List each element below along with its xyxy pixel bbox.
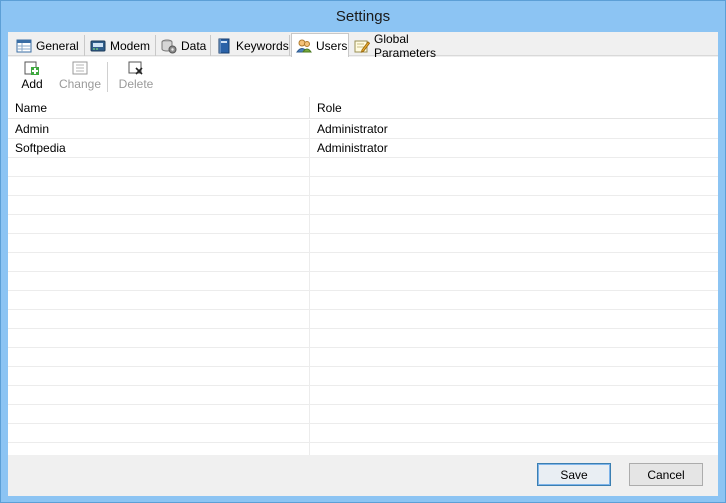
gear-db-icon <box>161 38 177 54</box>
empty-cell <box>309 367 718 386</box>
cell-name: Softpedia <box>15 141 66 155</box>
empty-row <box>8 196 718 215</box>
cancel-button[interactable]: Cancel <box>629 463 703 486</box>
empty-cell <box>309 443 718 455</box>
empty-cell <box>309 272 718 291</box>
empty-row <box>8 367 718 386</box>
empty-cell <box>8 348 309 367</box>
title-bar[interactable]: Settings <box>1 1 725 32</box>
empty-cell <box>8 310 309 329</box>
empty-cell <box>309 177 718 196</box>
tab-label: General <box>36 38 79 53</box>
grid-header: Name Role <box>8 97 718 119</box>
users-grid: Name Role Admin Administrator Softpedia … <box>8 97 718 455</box>
tab-label: Global Parameters <box>374 31 437 60</box>
empty-cell <box>8 443 309 455</box>
grid-rows: Admin Administrator Softpedia Administra… <box>8 120 718 455</box>
tab-label: Users <box>316 38 348 53</box>
tab-data[interactable]: Data <box>157 35 211 56</box>
delete-icon <box>128 61 144 76</box>
empty-cell <box>8 405 309 424</box>
empty-row <box>8 253 718 272</box>
empty-cell <box>8 272 309 291</box>
empty-row <box>8 386 718 405</box>
empty-cell <box>309 405 718 424</box>
users-icon <box>296 38 312 54</box>
column-header-name[interactable]: Name <box>8 97 309 119</box>
empty-cell <box>8 253 309 272</box>
add-button[interactable]: Add <box>18 61 46 93</box>
empty-cell <box>8 367 309 386</box>
empty-cell <box>8 196 309 215</box>
table-row[interactable]: Admin Administrator <box>8 120 718 139</box>
save-button[interactable]: Save <box>537 463 611 486</box>
table-row[interactable]: Softpedia Administrator <box>8 139 718 158</box>
settings-window: Settings General Modem Data Keywords Use… <box>0 0 726 503</box>
tab-modem[interactable]: Modem <box>86 35 156 56</box>
empty-row <box>8 405 718 424</box>
empty-row <box>8 158 718 177</box>
tab-label: Keywords <box>236 38 289 53</box>
empty-row <box>8 272 718 291</box>
empty-cell <box>309 196 718 215</box>
book-icon <box>216 38 232 54</box>
empty-row <box>8 443 718 455</box>
empty-cell <box>8 329 309 348</box>
cell-role: Administrator <box>309 139 718 158</box>
change-button[interactable]: Change <box>58 61 102 93</box>
empty-cell <box>8 215 309 234</box>
tab-general[interactable]: General <box>12 35 85 56</box>
empty-cell <box>8 386 309 405</box>
empty-cell <box>309 424 718 443</box>
empty-cell <box>309 253 718 272</box>
tab-keywords[interactable]: Keywords <box>212 35 290 56</box>
add-user-icon <box>24 61 40 76</box>
change-label: Change <box>58 77 102 91</box>
empty-cell <box>309 386 718 405</box>
empty-cell <box>309 310 718 329</box>
empty-row <box>8 291 718 310</box>
tab-label: Data <box>181 38 207 53</box>
empty-cell <box>309 215 718 234</box>
modem-icon <box>90 38 106 54</box>
empty-row <box>8 215 718 234</box>
dialog-footer: Save Cancel <box>8 455 718 496</box>
empty-cell <box>309 348 718 367</box>
note-pencil-icon <box>354 38 371 54</box>
cell-name: Admin <box>15 122 50 136</box>
empty-cell <box>309 329 718 348</box>
toolbar: Add Change Delete <box>8 57 718 97</box>
toolbar-separator <box>107 62 108 92</box>
table-icon <box>16 38 32 54</box>
empty-cell <box>8 177 309 196</box>
empty-row <box>8 310 718 329</box>
empty-row <box>8 234 718 253</box>
empty-cell <box>8 424 309 443</box>
tab-strip: General Modem Data Keywords Users Global… <box>8 32 718 60</box>
delete-label: Delete <box>118 77 154 91</box>
empty-cell <box>309 158 718 177</box>
cell-role: Administrator <box>309 120 718 139</box>
empty-cell <box>8 234 309 253</box>
edit-list-icon <box>72 61 88 76</box>
empty-row <box>8 177 718 196</box>
empty-cell <box>309 291 718 310</box>
tab-users[interactable]: Users <box>291 33 349 57</box>
empty-row <box>8 348 718 367</box>
window-client: General Modem Data Keywords Users Global… <box>8 32 718 496</box>
empty-cell <box>309 234 718 253</box>
delete-button[interactable]: Delete <box>116 61 156 93</box>
column-header-role[interactable]: Role <box>309 97 718 119</box>
empty-cell <box>8 291 309 310</box>
window-title: Settings <box>335 8 391 25</box>
empty-cell <box>8 158 309 177</box>
empty-row <box>8 329 718 348</box>
tab-label: Modem <box>110 38 151 53</box>
empty-row <box>8 424 718 443</box>
add-label: Add <box>21 77 43 91</box>
tab-global-parameters[interactable]: Global Parameters <box>350 32 474 60</box>
